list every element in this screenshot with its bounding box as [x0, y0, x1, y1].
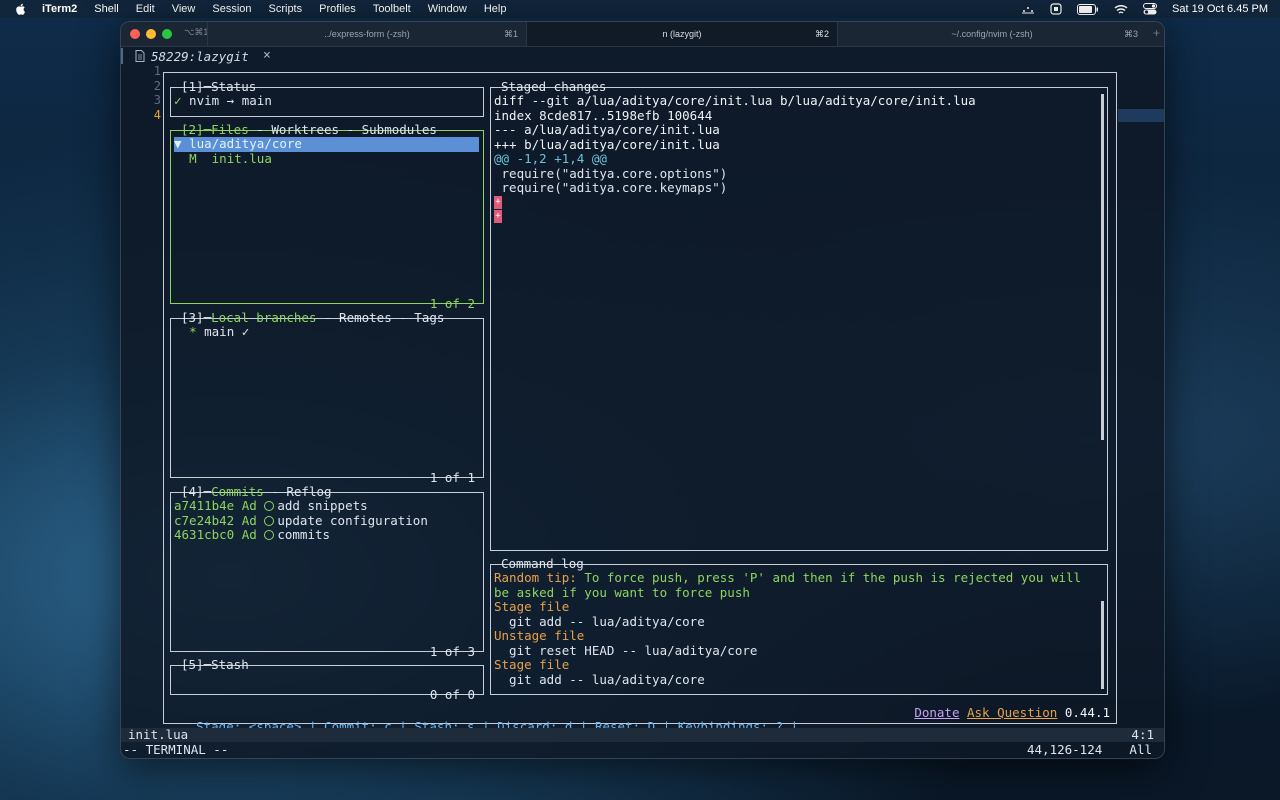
commit-row[interactable]: a7411b4e Ad add snippets	[174, 498, 368, 514]
command-log-scrollbar[interactable]	[1101, 601, 1104, 689]
scroll-position: All	[1129, 742, 1152, 757]
log-action: Stage file	[494, 599, 570, 614]
lazygit-frame: [1]─Status ✓ nvim → main [2]─Files - Wor…	[163, 72, 1117, 724]
donate-link[interactable]: Donate	[914, 705, 959, 720]
menu-bar: iTerm2 Shell Edit View Session Scripts P…	[0, 0, 1280, 18]
new-tab-button[interactable]: +	[1153, 26, 1160, 40]
stash-footer: 0 of 0	[429, 687, 475, 702]
nvim-modeline: -- TERMINAL -- 44,126-124 All	[121, 743, 1164, 757]
tab-label: ~/.config/nvim (-zsh)	[951, 29, 1033, 39]
diff-added-line: +	[494, 210, 502, 223]
window-shortcut: ⌥⌘1	[184, 27, 209, 37]
commit-node-icon	[264, 516, 275, 526]
menu-help[interactable]: Help	[484, 0, 507, 18]
tab-shortcut: ⌘2	[814, 28, 829, 39]
menu-app-name[interactable]: iTerm2	[42, 0, 77, 18]
diff-context-line: require("aditya.core.keymaps")	[494, 180, 728, 195]
menu-session[interactable]: Session	[212, 0, 251, 18]
files-panel[interactable]: [2]─Files - Worktrees - Submodules ▼ lua…	[170, 123, 484, 311]
stash-panel-title: [5]─Stash	[181, 657, 249, 672]
tab-nvim-config[interactable]: ~/.config/nvim (-zsh) ⌘3	[837, 22, 1146, 46]
status-panel[interactable]: [1]─Status ✓ nvim → main	[170, 80, 484, 117]
commits-panel-title: [4]─Commits - Reflog	[181, 484, 332, 499]
cursorline-highlight	[1118, 109, 1164, 122]
close-window-button[interactable]	[130, 29, 140, 39]
tab-shortcut: ⌘3	[1123, 28, 1138, 39]
status-panel-title: [1]─Status	[181, 79, 257, 94]
close-buffer-icon[interactable]: ×	[263, 48, 271, 63]
log-action: Stage file	[494, 657, 570, 672]
buffer-marker	[121, 48, 123, 64]
menu-toolbelt[interactable]: Toolbelt	[373, 0, 411, 18]
menu-profiles[interactable]: Profiles	[319, 0, 356, 18]
menu-view[interactable]: View	[172, 0, 196, 18]
files-panel-title: [2]─Files - Worktrees - Submodules	[181, 122, 437, 137]
staged-changes-title: Staged changes	[501, 79, 607, 94]
status-line: ✓ nvim → main	[174, 93, 272, 108]
tab-express-form[interactable]: ../express-form (-zsh) ⌘1	[207, 22, 526, 46]
files-footer: 1 of 2	[429, 296, 475, 311]
ask-question-link[interactable]: Ask Question	[967, 705, 1057, 720]
statusline-position: 4:1	[1131, 727, 1154, 742]
random-tip: Random tip: To force push, press 'P' and…	[494, 570, 1082, 585]
cursor-position: 44,126-124	[1027, 742, 1103, 757]
diff-hunk-header: @@ -1,2 +1,4 @@	[494, 151, 607, 166]
menu-shell[interactable]: Shell	[94, 0, 118, 18]
commits-footer: 1 of 3	[429, 644, 475, 659]
screen-icon[interactable]	[1050, 3, 1062, 15]
diff-header-line: diff --git a/lua/aditya/core/init.lua b/…	[494, 93, 976, 108]
mode-indicator: -- TERMINAL --	[123, 742, 229, 757]
tab-label: n (lazygit)	[662, 29, 702, 39]
files-dir-row[interactable]: ▼ lua/aditya/core	[174, 136, 479, 152]
stash-panel[interactable]: [5]─Stash 0 of 0	[170, 658, 484, 702]
line-number: 1	[153, 64, 161, 78]
maximize-window-button[interactable]	[162, 29, 172, 39]
menu-scripts[interactable]: Scripts	[269, 0, 303, 18]
branch-row[interactable]: * main ✓	[174, 324, 249, 340]
log-command: git add -- lua/aditya/core	[494, 672, 705, 687]
document-icon	[135, 50, 145, 62]
iterm-window: ⌥⌘1 ../express-form (-zsh) ⌘1 n (lazygit…	[120, 21, 1165, 759]
commits-panel[interactable]: [4]─Commits - Reflog a7411b4e Ad add sni…	[170, 485, 484, 659]
menu-window[interactable]: Window	[428, 0, 467, 18]
nvim-statusline: init.lua 4:1	[121, 728, 1164, 742]
version-label: 0.44.1	[1064, 705, 1110, 720]
title-bar: ⌥⌘1 ../express-form (-zsh) ⌘1 n (lazygit…	[121, 22, 1164, 47]
file-row[interactable]: M init.lua	[174, 151, 272, 167]
commit-node-icon	[264, 530, 275, 540]
buffer-name[interactable]: 58229:lazygit	[151, 49, 249, 64]
current-line-number: 4	[153, 107, 161, 122]
branches-panel[interactable]: [3]─Local branches - Remotes - Tags * ma…	[170, 311, 484, 485]
diff-added-line: +	[494, 196, 502, 209]
command-log-panel: Command log Random tip: To force push, p…	[490, 557, 1108, 695]
control-center-icon[interactable]	[1143, 3, 1157, 15]
menu-clock[interactable]: Sat 19 Oct 6.45 PM	[1172, 3, 1268, 15]
line-number: 3	[153, 93, 161, 107]
staged-changes-panel[interactable]: Staged changes diff --git a/lua/aditya/c…	[490, 80, 1108, 551]
commit-row[interactable]: 4631cbc0 Ad commits	[174, 527, 330, 543]
buffer-bar: 58229:lazygit ×	[121, 46, 1164, 66]
control-dots-icon[interactable]	[1021, 4, 1035, 14]
minimize-window-button[interactable]	[146, 29, 156, 39]
branches-panel-title: [3]─Local branches - Remotes - Tags	[181, 310, 445, 325]
line-number-gutter: 1 2 3 4	[141, 64, 161, 122]
commit-node-icon	[264, 501, 275, 511]
tab-lazygit[interactable]: n (lazygit) ⌘2	[526, 22, 837, 46]
staged-scrollbar[interactable]	[1101, 94, 1104, 440]
tab-label: ../express-form (-zsh)	[324, 29, 410, 39]
menu-edit[interactable]: Edit	[136, 0, 155, 18]
log-action: Unstage file	[494, 628, 585, 643]
apple-icon[interactable]	[14, 2, 28, 16]
battery-icon[interactable]	[1077, 3, 1099, 15]
statusline-file: init.lua	[128, 727, 189, 742]
branches-footer: 1 of 1	[429, 470, 475, 485]
tab-shortcut: ⌘1	[503, 28, 518, 39]
line-number: 2	[153, 78, 161, 93]
command-log-title: Command log	[501, 556, 584, 571]
diff-old-file-line: --- a/lua/aditya/core/init.lua	[494, 122, 720, 137]
wifi-icon[interactable]	[1114, 4, 1128, 15]
